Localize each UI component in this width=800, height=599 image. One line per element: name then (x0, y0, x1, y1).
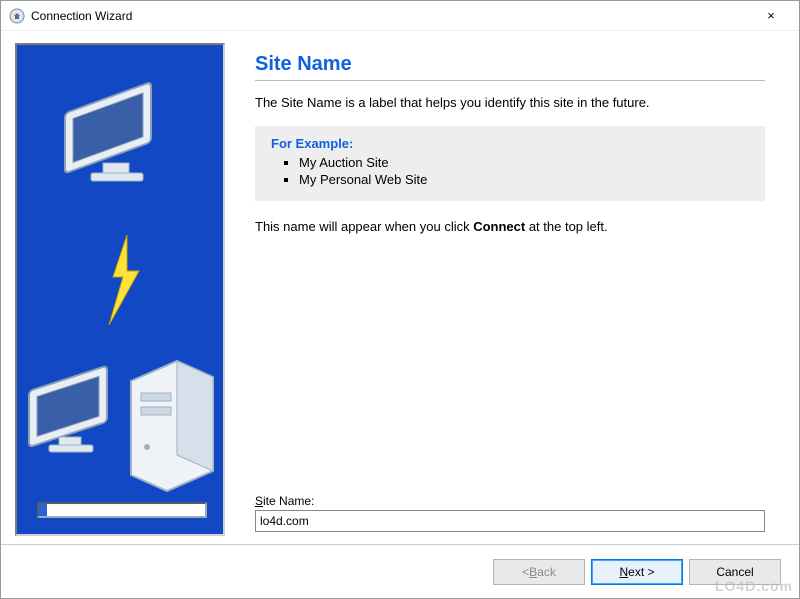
example-list: My Auction Site My Personal Web Site (299, 155, 749, 187)
wizard-side-graphic (15, 43, 225, 536)
example-box: For Example: My Auction Site My Personal… (255, 126, 765, 201)
close-icon: × (767, 8, 775, 23)
titlebar: Connection Wizard × (1, 1, 799, 31)
wizard-window: Connection Wizard × (0, 0, 800, 599)
site-name-label: Site Name: (255, 494, 314, 508)
page-note: This name will appear when you click Con… (255, 219, 765, 234)
button-bar: < Back Next > Cancel LO4D.com (1, 544, 799, 598)
window-title: Connection Wizard (31, 9, 132, 23)
app-icon (9, 8, 25, 24)
back-button[interactable]: < Back (493, 559, 585, 585)
close-button[interactable]: × (751, 2, 791, 30)
site-name-field: Site Name: (255, 494, 765, 532)
page-heading: Site Name (255, 53, 765, 76)
example-item: My Auction Site (299, 155, 749, 170)
example-item: My Personal Web Site (299, 172, 749, 187)
next-button[interactable]: Next > (591, 559, 683, 585)
wizard-main-panel: Site Name The Site Name is a label that … (235, 43, 785, 536)
heading-divider (255, 80, 765, 81)
cancel-button[interactable]: Cancel (689, 559, 781, 585)
content-area: Site Name The Site Name is a label that … (1, 31, 799, 544)
site-name-input[interactable] (255, 510, 765, 532)
example-label: For Example: (271, 136, 749, 151)
page-description: The Site Name is a label that helps you … (255, 95, 765, 110)
